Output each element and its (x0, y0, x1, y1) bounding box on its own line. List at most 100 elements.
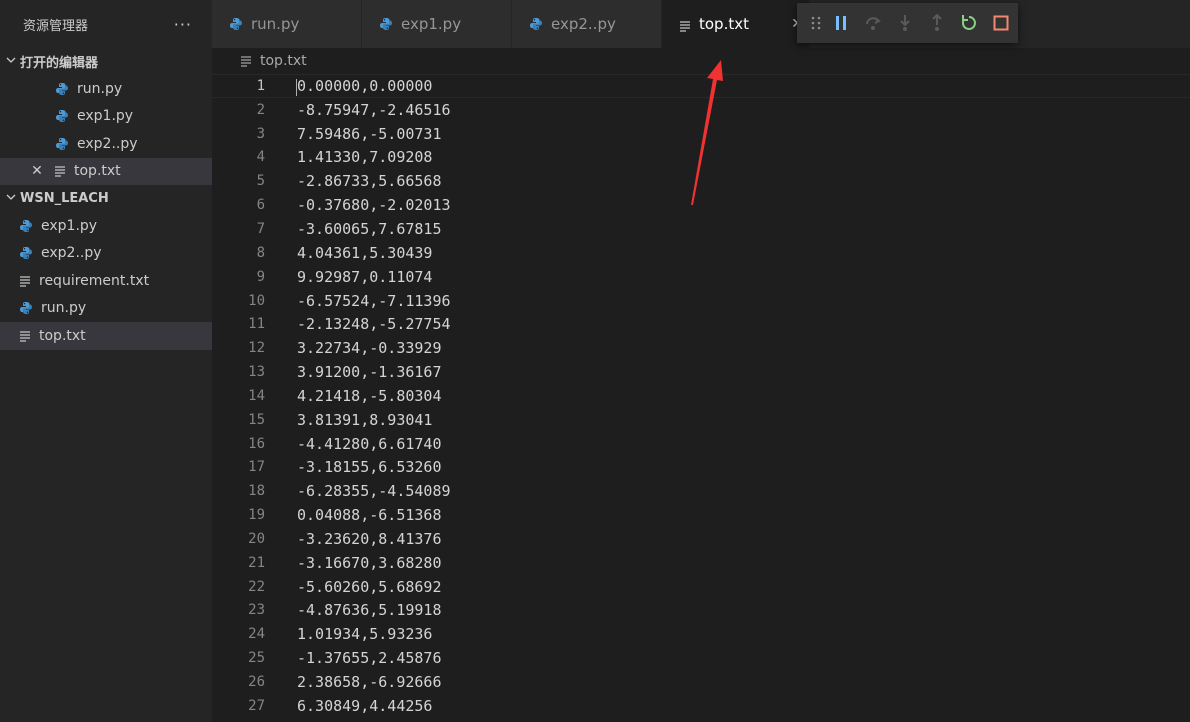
code-line[interactable]: 21 -3.16670,3.68280 (212, 551, 1190, 575)
editor-tab[interactable]: exp1.py (362, 0, 512, 48)
code-line[interactable]: 27 6.30849,4.44256 (212, 694, 1190, 718)
line-text: 6.30849,4.44256 (297, 696, 433, 715)
open-editor-item[interactable]: exp2..py (0, 130, 212, 158)
workspace-file-list: exp1.py exp2..py requirement.txt run.py top.… (0, 212, 212, 350)
open-editors-section[interactable]: 打开的编辑器 (0, 48, 212, 75)
python-file-icon (529, 17, 543, 31)
line-number: 22 (248, 578, 265, 595)
code-line[interactable]: 20 -3.23620,8.41376 (212, 527, 1190, 551)
line-number: 11 (248, 316, 265, 333)
line-text: 1.41330,7.09208 (297, 148, 433, 167)
code-line[interactable]: 16 -4.41280,6.61740 (212, 432, 1190, 456)
code-line[interactable]: 14 4.21418,-5.80304 (212, 384, 1190, 408)
python-file-icon (19, 246, 33, 260)
code-line[interactable]: 26 2.38658,-6.92666 (212, 670, 1190, 694)
line-number: 4 (256, 149, 265, 166)
line-number: 19 (248, 507, 265, 524)
annotation-arrow-icon (691, 60, 723, 205)
code-line[interactable]: 24 1.01934,5.93236 (212, 622, 1190, 646)
workspace-file-item[interactable]: exp1.py (0, 212, 212, 240)
line-number: 13 (248, 364, 265, 381)
tab-label: exp2..py (551, 15, 616, 33)
code-line[interactable]: 25 -1.37655,2.45876 (212, 646, 1190, 670)
editor-tab[interactable]: top.txt✕ (662, 0, 810, 48)
line-text: -6.57524,-7.11396 (297, 291, 451, 310)
line-number: 15 (248, 411, 265, 428)
open-editor-item[interactable]: exp1.py (0, 103, 212, 131)
workspace-file-item[interactable]: requirement.txt (0, 267, 212, 295)
step-into-icon (900, 15, 910, 31)
code-line[interactable]: 13 3.91200,-1.36167 (212, 360, 1190, 384)
line-text: -3.16670,3.68280 (297, 553, 442, 572)
open-editor-item[interactable]: ✕ top.txt (0, 157, 212, 185)
line-number: 20 (248, 530, 265, 547)
open-editor-item[interactable]: run.py (0, 75, 212, 103)
tab-label: run.py (251, 15, 300, 33)
step-out-icon (932, 14, 942, 31)
code-line[interactable]: 12 3.22734,-0.33929 (212, 336, 1190, 360)
code-line[interactable]: 8 4.04361,5.30439 (212, 241, 1190, 265)
text-cursor (296, 79, 297, 96)
open-editor-label: exp2..py (77, 135, 138, 152)
line-number: 24 (248, 626, 265, 643)
line-number: 21 (248, 554, 265, 571)
line-number: 9 (256, 268, 265, 285)
line-number: 8 (256, 244, 265, 261)
workspace-file-item[interactable]: exp2..py (0, 240, 212, 268)
stop-icon (993, 15, 1009, 31)
more-actions-icon[interactable]: ··· (174, 15, 192, 34)
code-line[interactable]: 23 -4.87636,5.19918 (212, 599, 1190, 623)
workspace-section[interactable]: WSN_LEACH (0, 185, 212, 212)
code-line[interactable]: 9 9.92987,0.11074 (212, 265, 1190, 289)
open-editors-list: run.py exp1.py exp2..py ✕ top.txt (0, 75, 212, 185)
line-text: 4.21418,-5.80304 (297, 386, 442, 405)
line-number: 14 (248, 387, 265, 404)
text-file-icon (54, 165, 66, 177)
line-text: -1.37655,2.45876 (297, 649, 442, 668)
code-line[interactable]: 15 3.81391,8.93041 (212, 408, 1190, 432)
python-file-icon (19, 301, 33, 315)
line-number: 12 (248, 340, 265, 357)
line-number: 3 (256, 125, 265, 142)
workspace-file-item[interactable]: top.txt (0, 322, 212, 350)
code-line[interactable]: 17 -3.18155,6.53260 (212, 456, 1190, 480)
close-icon[interactable]: ✕ (28, 163, 46, 179)
python-file-icon (19, 219, 33, 233)
step-into-button[interactable] (889, 7, 921, 39)
stop-button[interactable] (985, 7, 1017, 39)
editor-tab[interactable]: run.py (212, 0, 362, 48)
line-number: 1 (256, 77, 265, 94)
line-text: -0.37680,-2.02013 (297, 196, 451, 215)
step-over-button[interactable] (857, 7, 889, 39)
code-line[interactable]: 11 -2.13248,-5.27754 (212, 312, 1190, 336)
line-number: 7 (256, 220, 265, 237)
drag-handle-icon[interactable] (807, 7, 825, 39)
workspace-file-item[interactable]: run.py (0, 295, 212, 323)
code-line[interactable]: 7 -3.60065,7.67815 (212, 217, 1190, 241)
code-line[interactable]: 22 -5.60260,5.68692 (212, 575, 1190, 599)
python-file-icon (55, 137, 69, 151)
line-text: 9.92987,0.11074 (297, 267, 433, 286)
chevron-down-icon (6, 55, 20, 68)
python-file-icon (55, 109, 69, 123)
line-text: 4.04361,5.30439 (297, 243, 433, 262)
line-text: 7.59486,-5.00731 (297, 124, 442, 143)
step-out-button[interactable] (921, 7, 953, 39)
code-line[interactable]: 19 0.04088,-6.51368 (212, 503, 1190, 527)
line-number: 23 (248, 602, 265, 619)
pause-button[interactable] (825, 7, 857, 39)
editor-tab[interactable]: exp2..py (512, 0, 662, 48)
step-over-icon (866, 17, 881, 30)
restart-button[interactable] (953, 7, 985, 39)
code-line[interactable]: 10 -6.57524,-7.11396 (212, 289, 1190, 313)
line-number: 5 (256, 173, 265, 190)
workspace-file-label: exp2..py (41, 245, 102, 262)
open-editor-label: top.txt (74, 163, 121, 180)
code-line[interactable]: 18 -6.28355,-4.54089 (212, 479, 1190, 503)
workspace-label: WSN_LEACH (20, 191, 109, 206)
line-text: 3.91200,-1.36167 (297, 363, 442, 382)
pause-icon (836, 16, 846, 30)
workspace-file-label: exp1.py (41, 217, 98, 234)
line-number: 6 (256, 197, 265, 214)
explorer-sidebar: 资源管理器 ··· 打开的编辑器 run.py exp1.py exp2..py ✕ t… (0, 0, 212, 722)
